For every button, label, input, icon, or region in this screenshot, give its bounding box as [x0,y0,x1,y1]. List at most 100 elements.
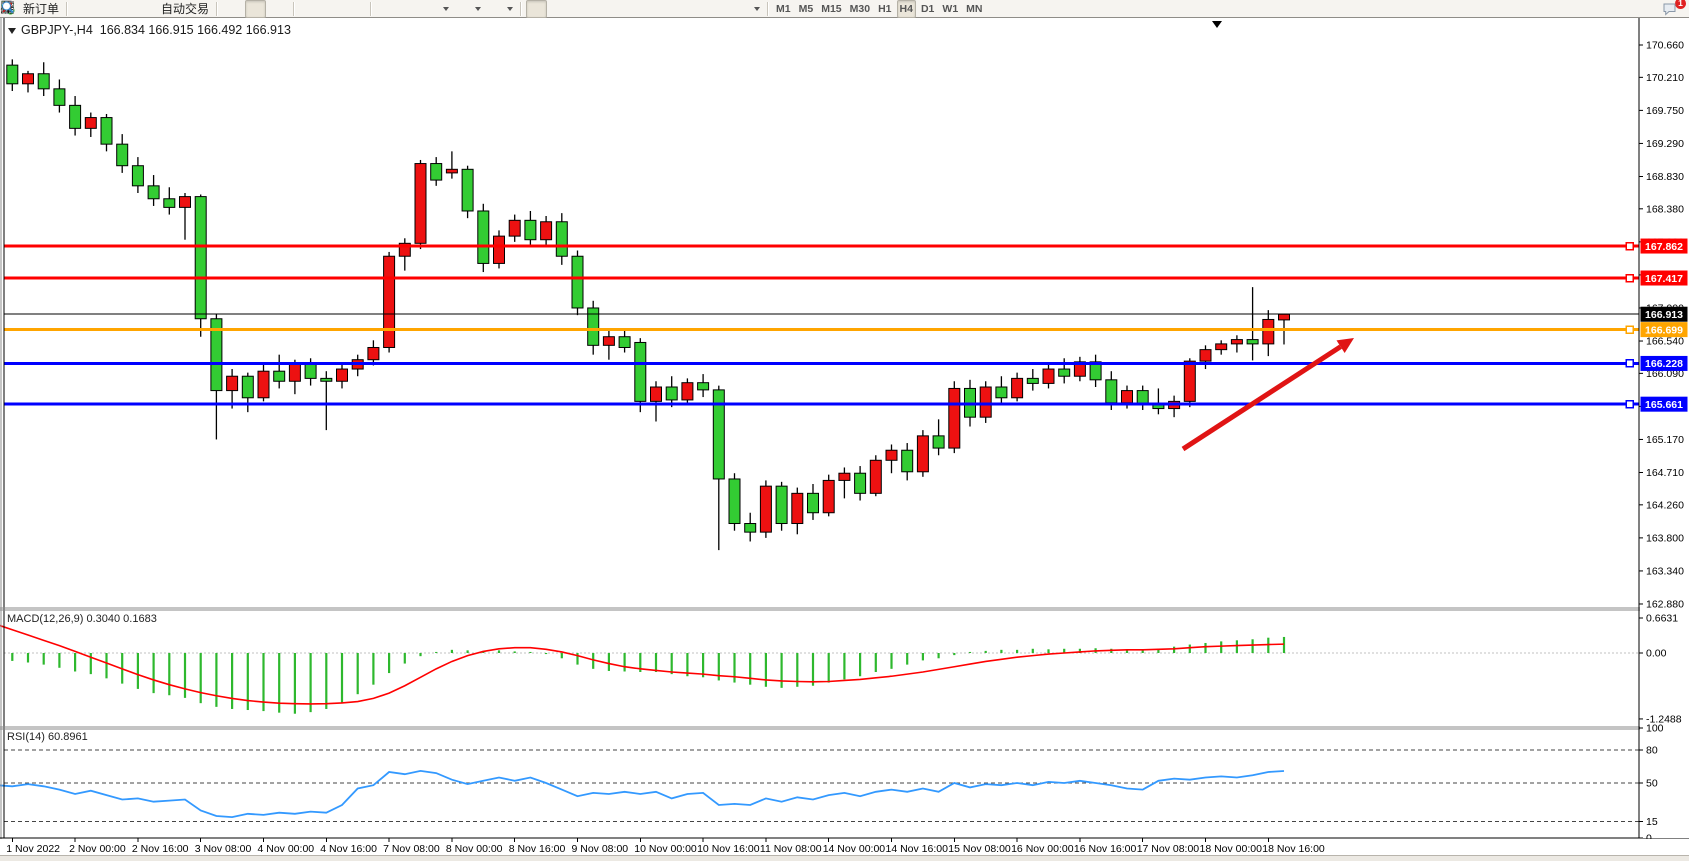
svg-text:4 Nov 00:00: 4 Nov 00:00 [258,843,315,855]
svg-text:167.862: 167.862 [1645,241,1683,253]
zoom-out-icon [325,1,340,16]
svg-text:165.170: 165.170 [1646,434,1684,446]
svg-text:2 Nov 00:00: 2 Nov 00:00 [69,843,126,855]
svg-text:8 Nov 16:00: 8 Nov 16:00 [509,843,566,855]
trendline-button[interactable] [618,0,639,18]
add-indicator-button[interactable] [422,0,452,18]
line-chart-icon [271,1,286,16]
auto-trading-button[interactable]: 自动交易 [141,0,212,18]
toolbar-separator [370,2,372,16]
status-bar [0,855,1689,861]
toolbar: 新订单 自动交易 EFAT M1 M5 M15 M30 H1 H4 D1 W1 MN 1 [0,0,1689,18]
svg-text:4 Nov 16:00: 4 Nov 16:00 [320,843,377,855]
timeframe-label: MN [966,3,982,15]
eraser-button[interactable] [72,0,93,18]
horizontal-line-button[interactable] [595,0,616,18]
timeframe-mn-button[interactable]: MN [963,0,985,18]
bar-chart-icon [225,1,240,16]
cursor-button[interactable] [526,0,547,18]
candlestick-chart-button[interactable] [245,0,266,18]
svg-text:50: 50 [1646,778,1658,790]
search-button[interactable] [1638,0,1659,18]
fibonacci-icon: F [667,1,682,16]
timeframe-m30-button[interactable]: M30 [847,0,873,18]
auto-trading-icon [144,1,159,16]
eraser-icon [75,1,90,16]
templates-dropdown-icon[interactable] [507,7,513,11]
svg-text:18 Nov 00:00: 18 Nov 00:00 [1200,843,1263,855]
tile-windows-button[interactable] [345,0,366,18]
time-axis: 1 Nov 20222 Nov 00:002 Nov 16:003 Nov 08… [0,838,1689,856]
svg-text:8 Nov 00:00: 8 Nov 00:00 [446,843,503,855]
timeframe-label: M30 [850,3,870,15]
toolbar-separator [293,2,295,16]
timeframe-m5-button[interactable]: M5 [796,0,817,18]
timeframe-label: D1 [921,3,934,15]
svg-text:0.00: 0.00 [1646,648,1667,660]
vertical-line-button[interactable] [572,0,593,18]
toolbar-separator [520,2,522,16]
svg-text:3 Nov 08:00: 3 Nov 08:00 [195,843,252,855]
svg-text:169.290: 169.290 [1646,138,1684,150]
arrows-dropdown-icon[interactable] [754,7,760,11]
new-order-label: 新订单 [23,0,59,17]
auto-scroll-button[interactable] [376,0,397,18]
timeframe-h4-button[interactable]: H4 [897,0,916,18]
notifications-icon [1664,1,1679,16]
auto-trading-label: 自动交易 [161,0,209,17]
svg-text:166.228: 166.228 [1645,358,1683,370]
equidistant-channel-button[interactable]: E [641,0,662,18]
chart-window-button[interactable] [95,0,116,18]
chart-shift-button[interactable] [399,0,420,18]
text-button[interactable]: A [687,0,708,18]
svg-text:80: 80 [1646,745,1658,757]
text-label-button[interactable]: T [710,0,731,18]
templates-button[interactable] [486,0,516,18]
zoom-in-button[interactable] [299,0,320,18]
svg-text:164.710: 164.710 [1646,467,1684,479]
signal-button[interactable] [118,0,139,18]
svg-text:0.6631: 0.6631 [1646,612,1678,624]
svg-text:164.260: 164.260 [1646,499,1684,511]
tile-windows-icon [348,1,363,16]
timeframe-label: W1 [942,3,958,15]
svg-text:165.661: 165.661 [1645,399,1683,411]
svg-text:170.210: 170.210 [1646,72,1684,84]
svg-text:168.380: 168.380 [1646,203,1684,215]
svg-text:163.800: 163.800 [1646,532,1684,544]
candlestick-chart-icon [248,1,263,16]
toolbar-separator [66,2,68,16]
periods-dropdown-icon[interactable] [475,7,481,11]
fibonacci-button[interactable]: F [664,0,685,18]
periods-button[interactable] [454,0,484,18]
line-chart-button[interactable] [268,0,289,18]
timeframe-d1-button[interactable]: D1 [918,0,937,18]
auto-scroll-icon [379,1,394,16]
svg-text:17 Nov 08:00: 17 Nov 08:00 [1137,843,1200,855]
timeframe-w1-button[interactable]: W1 [939,0,961,18]
add-indicator-dropdown-icon[interactable] [443,7,449,11]
timeframe-label: M15 [821,3,841,15]
svg-text:14 Nov 00:00: 14 Nov 00:00 [823,843,886,855]
crosshair-button[interactable] [549,0,570,18]
timeframe-m1-button[interactable]: M1 [773,0,794,18]
svg-text:169.750: 169.750 [1646,105,1684,117]
add-indicator-icon [425,1,440,16]
arrows-button[interactable] [733,0,763,18]
bar-chart-button[interactable] [222,0,243,18]
svg-text:18 Nov 16:00: 18 Nov 16:00 [1262,843,1325,855]
timeframe-h1-button[interactable]: H1 [875,0,894,18]
chart-window-icon [98,1,113,16]
timeframe-m15-button[interactable]: M15 [818,0,844,18]
zoom-out-button[interactable] [322,0,343,18]
toolbar-separator [767,2,769,16]
timeframe-label: M5 [799,3,814,15]
svg-text:162.880: 162.880 [1646,598,1684,610]
notifications-button[interactable]: 1 [1661,0,1682,18]
chart-canvas[interactable]: 170.660170.210169.750169.290168.830168.3… [0,0,1689,861]
templates-icon [489,1,504,16]
toolbar-separator [216,2,218,16]
svg-text:170.660: 170.660 [1646,40,1684,52]
timeframe-label: H4 [900,3,913,15]
signal-icon [121,1,136,16]
